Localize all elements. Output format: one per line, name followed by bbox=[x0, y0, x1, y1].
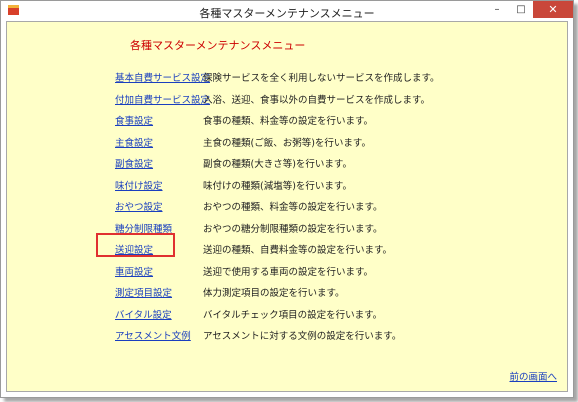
menu-desc: 保険サービスを全く利用しないサービスを作成します。 bbox=[203, 73, 440, 84]
menu-panel: 各種マスターメンテナンスメニュー 基本自費サービス設定 保険サービスを全く利用し… bbox=[6, 21, 568, 392]
menu-desc: 入浴、送迎、食事以外の自費サービスを作成します。 bbox=[203, 95, 431, 106]
menu-desc: 送迎で使用する車両の設定を行います。 bbox=[203, 267, 374, 278]
menu-desc: おやつの種類、料金等の設定を行います。 bbox=[203, 202, 383, 213]
minimize-icon[interactable]: – bbox=[485, 1, 509, 18]
menu-desc: 送迎の種類、自費料金等の設定を行います。 bbox=[203, 245, 393, 256]
menu-link-vital[interactable]: バイタル設定 bbox=[115, 307, 172, 321]
menu-desc: 副食の種類(大きさ等)を行います。 bbox=[203, 159, 352, 170]
menu-link-measurement[interactable]: 測定項目設定 bbox=[115, 285, 172, 299]
menu-link-snack[interactable]: おやつ設定 bbox=[115, 199, 163, 213]
menu-desc: 主食の種類(ご飯、お粥等)を行います。 bbox=[203, 138, 371, 149]
menu-heading: 各種マスターメンテナンスメニュー bbox=[130, 39, 306, 52]
title-bar: 各種マスターメンテナンスメニュー – □ ✕ bbox=[1, 1, 573, 21]
menu-desc: 味付けの種類(減塩等)を行います。 bbox=[203, 181, 352, 192]
menu-link-assessment-example[interactable]: アセスメント文例 bbox=[115, 328, 191, 342]
menu-link-staple-food[interactable]: 主食設定 bbox=[115, 135, 153, 149]
menu-link-vehicle[interactable]: 車両設定 bbox=[115, 264, 153, 278]
highlight-box bbox=[96, 233, 175, 257]
back-link[interactable]: 前の画面へ bbox=[509, 369, 557, 383]
menu-link-seasoning[interactable]: 味付け設定 bbox=[115, 178, 163, 192]
menu-link-side-dish[interactable]: 副食設定 bbox=[115, 156, 153, 170]
menu-desc: 食事の種類、料金等の設定を行います。 bbox=[203, 116, 374, 127]
maximize-icon[interactable]: □ bbox=[509, 1, 533, 18]
menu-link-additional-private-service[interactable]: 付加自費サービス設定 bbox=[115, 92, 210, 106]
close-icon[interactable]: ✕ bbox=[533, 1, 573, 18]
main-window: 各種マスターメンテナンスメニュー – □ ✕ 各種マスターメンテナンスメニュー … bbox=[0, 0, 574, 398]
menu-link-basic-private-service[interactable]: 基本自費サービス設定 bbox=[115, 70, 210, 84]
menu-link-meal[interactable]: 食事設定 bbox=[115, 113, 153, 127]
window-controls: – □ ✕ bbox=[485, 1, 573, 19]
menu-desc: おやつの糖分制限種類の設定を行います。 bbox=[203, 224, 383, 235]
menu-desc: 体力測定項目の設定を行います。 bbox=[203, 288, 345, 299]
menu-desc: バイタルチェック項目の設定を行います。 bbox=[203, 310, 383, 321]
menu-desc: アセスメントに対する文例の設定を行います。 bbox=[203, 331, 402, 342]
